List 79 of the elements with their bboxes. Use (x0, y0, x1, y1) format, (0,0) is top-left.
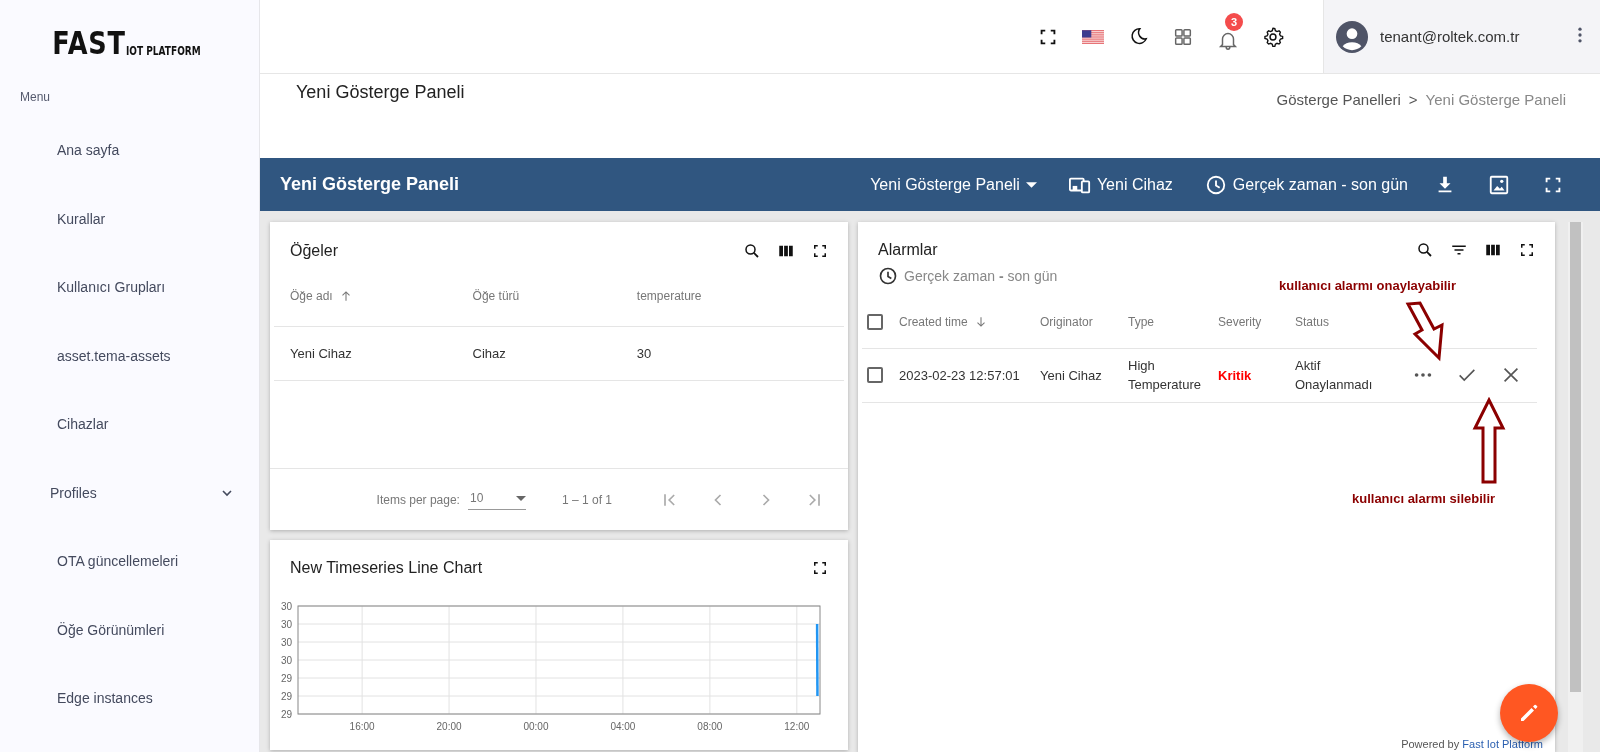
breadcrumb-separator: > (1408, 91, 1418, 110)
dashboard-select[interactable]: Yeni Gösterge Paneli (860, 169, 1047, 200)
sidebar-item[interactable]: Kullanıcı Grupları (0, 271, 259, 340)
fullscreen-icon[interactable] (811, 559, 829, 577)
sidebar-item[interactable]: Ana sayfa (0, 134, 259, 203)
y-tick-label: 29 (280, 673, 292, 684)
sidebar-item[interactable]: OTA güncellemeleri (0, 545, 259, 614)
table-cell: 30 (636, 345, 652, 361)
menu-label: Menu (20, 90, 52, 104)
breadcrumb-link[interactable]: Gösterge Panelleri (1276, 91, 1401, 158)
user-email: tenant@roltek.com.tr (1380, 28, 1521, 45)
column-header[interactable]: Severity (1218, 314, 1262, 329)
table-cell-text: Kritik (1218, 367, 1253, 383)
y-tick-label: 30 (280, 601, 292, 612)
search-icon[interactable] (743, 242, 761, 260)
sidebar-item[interactable]: Öğe Görünümleri (0, 613, 259, 682)
sidebar-item[interactable]: asset.tema-assets (0, 339, 259, 408)
x-tick-label: 04:00 (610, 721, 636, 732)
logo-text: FAST (52, 28, 126, 58)
checkbox[interactable] (867, 313, 883, 330)
widget-title: Alarmlar (878, 241, 938, 259)
entity-button[interactable]: Yeni Cihaz (1058, 167, 1183, 202)
x-tick-label: 08:00 (697, 721, 723, 732)
page-range: 1 – 1 of 1 (561, 492, 612, 507)
table-cell-text: Yeni Cihaz (1040, 367, 1103, 383)
image-icon[interactable] (1488, 173, 1510, 196)
annotation-text: kullanıcı alarmı onaylayabilir (1279, 278, 1457, 293)
table-cell-text: Aktif Onaylanmadı (1295, 357, 1374, 394)
sidebar-item[interactable]: Cihazlar (0, 408, 259, 477)
scrollbar-thumb[interactable] (1570, 222, 1581, 692)
sidebar-group-label: Profiles (50, 484, 97, 501)
powered-by-link[interactable]: Fast Iot Platform (1462, 738, 1543, 750)
y-tick-label: 29 (280, 709, 292, 720)
clock-icon (1204, 173, 1227, 196)
timewindow-button[interactable]: Gerçek zaman - son gün (1194, 167, 1418, 202)
page-size-select[interactable]: 10 (467, 489, 526, 510)
sidebar-item[interactable]: Edge instances (0, 682, 259, 751)
sidebar-group[interactable]: Profiles (0, 476, 259, 545)
column-header[interactable]: Type (1128, 314, 1154, 329)
checkbox[interactable] (867, 367, 883, 383)
y-tick-label: 30 (280, 655, 292, 666)
widget-title: New Timeseries Line Chart (290, 559, 483, 577)
caret-icon (1025, 181, 1037, 188)
scrollbar[interactable] (1568, 222, 1583, 752)
column-header[interactable]: Öğe adı (290, 288, 333, 303)
widget-title: Öğeler (290, 242, 339, 260)
sidebar-item[interactable]: Kurallar (0, 202, 259, 271)
column-header[interactable]: Öğe türü (472, 288, 520, 303)
column-header[interactable]: temperature (636, 288, 702, 303)
page-title: Yeni Gösterge Paneli (296, 82, 465, 104)
table-cell: Yeni Cihaz (290, 345, 352, 361)
breadcrumb-current: Yeni Gösterge Paneli (1425, 91, 1566, 110)
column-header[interactable]: Created time (899, 314, 968, 329)
fullscreen-icon[interactable] (811, 242, 829, 260)
x-tick-label: 16:00 (349, 721, 375, 732)
settings-icon[interactable] (1261, 25, 1284, 48)
x-tick-label: 00:00 (523, 721, 549, 732)
y-tick-label: 30 (280, 637, 292, 648)
x-tick-label: 20:00 (436, 721, 462, 732)
y-tick-label: 30 (280, 619, 292, 630)
timewindow-label: Gerçek zaman - son gün (904, 268, 1058, 284)
fullscreen-icon[interactable] (1518, 241, 1536, 259)
items-per-page-label: Items per page: (376, 492, 460, 507)
annotation-text: kullanıcı alarmı silebilir (1352, 491, 1496, 506)
user-avatar-icon[interactable] (1336, 20, 1368, 53)
table-cell: Cihaz (472, 345, 506, 361)
table-cell-text: High Temperature (1128, 357, 1202, 394)
y-tick-label: 29 (280, 691, 292, 702)
logo-subtitle: IOT PLATFORM (125, 45, 201, 58)
x-tick-label: 12:00 (784, 721, 810, 732)
column-header[interactable]: Status (1295, 314, 1330, 329)
dashboard-title: Yeni Gösterge Paneli (280, 174, 460, 195)
notification-badge: 3 (1225, 12, 1243, 31)
caret-icon (515, 495, 526, 501)
search-icon[interactable] (1416, 241, 1434, 259)
clock-icon (878, 266, 898, 286)
column-header[interactable]: Originator (1040, 314, 1093, 329)
powered-by-text: Powered by Fast Iot Platform (1401, 738, 1543, 750)
table-cell-text: 2023-02-23 12:57:01 (899, 367, 1021, 383)
